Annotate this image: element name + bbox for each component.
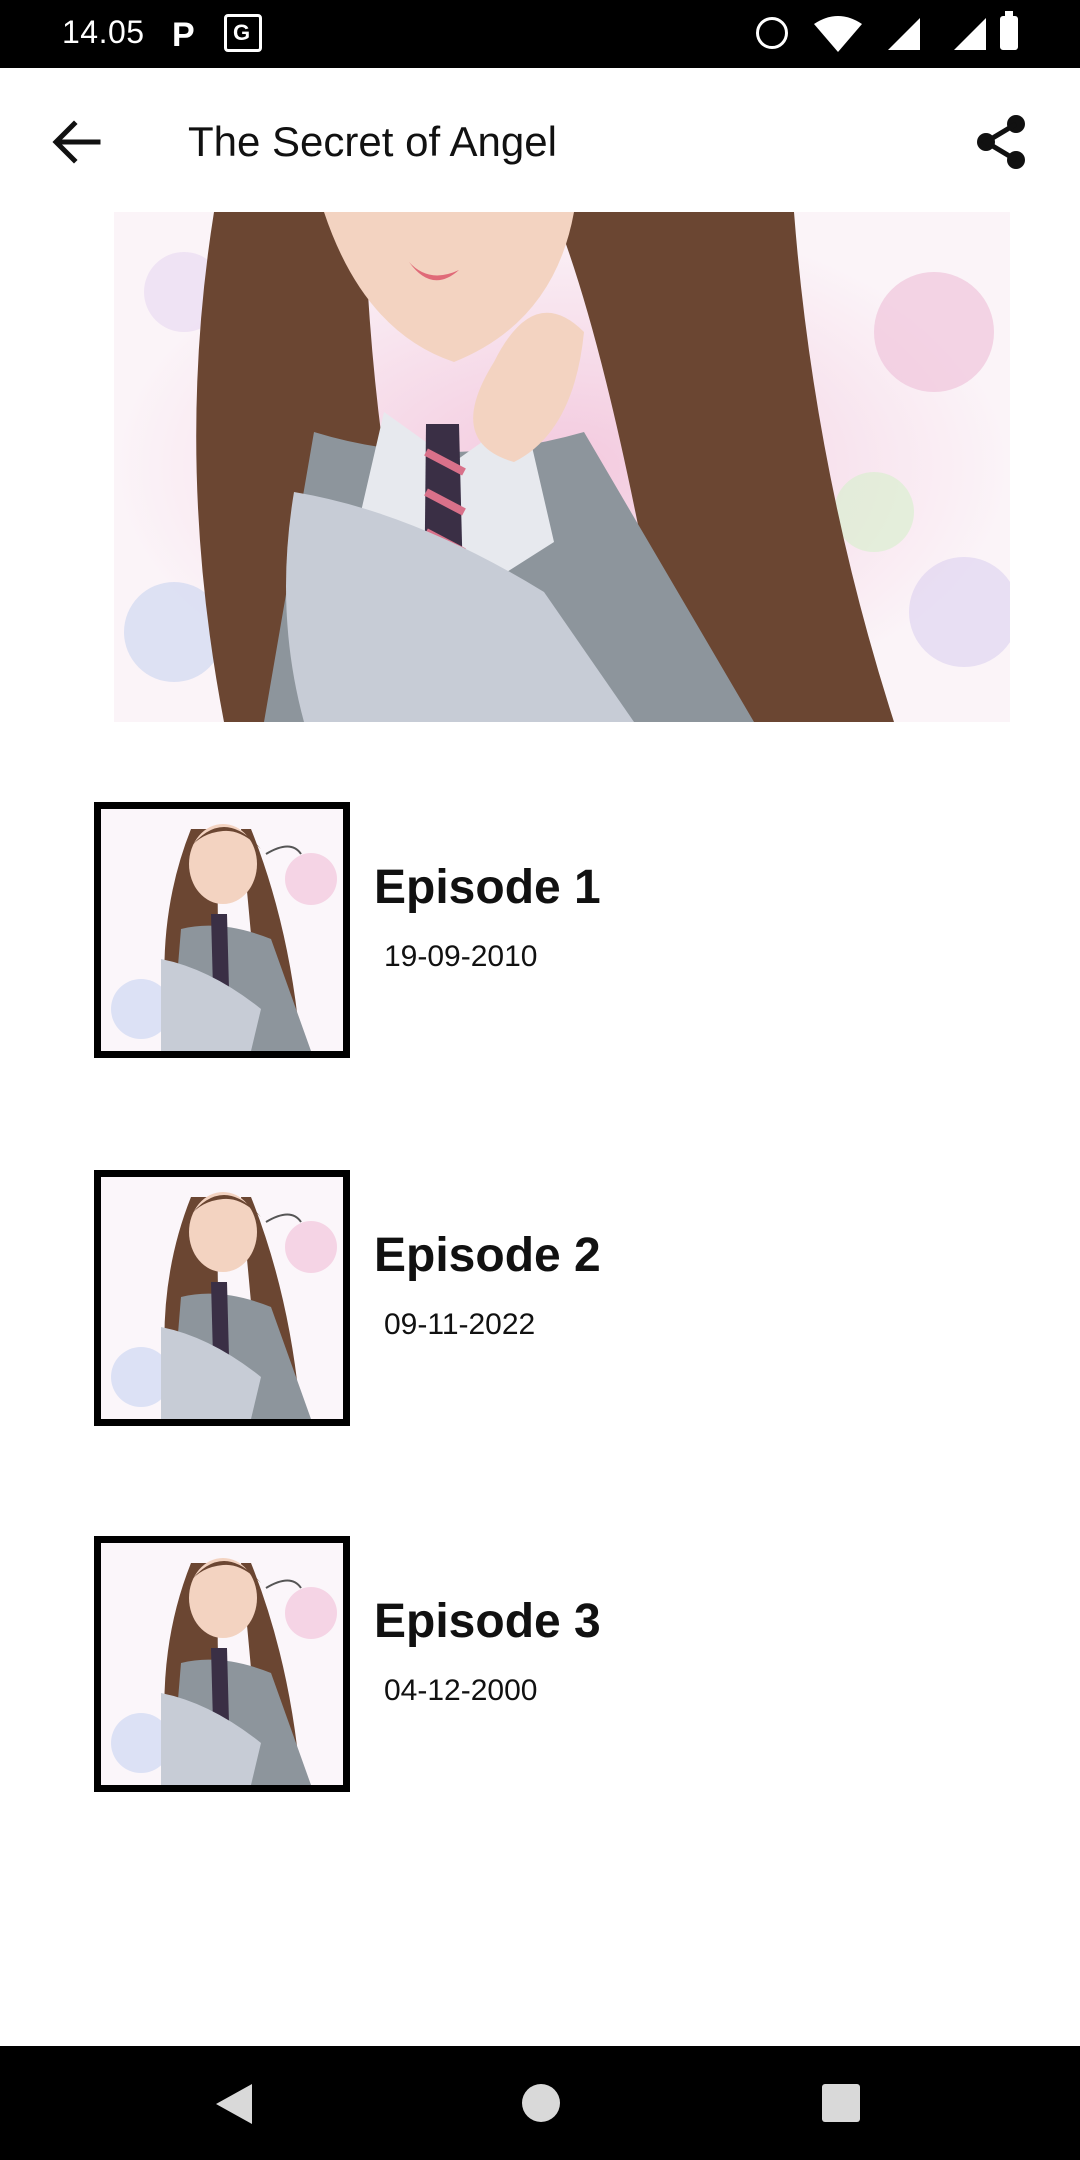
status-bar: 14.05 P G: [0, 0, 1080, 68]
episode-item[interactable]: Episode 1 19-09-2010: [0, 802, 1080, 1062]
episode-item[interactable]: Episode 3 04-12-2000: [0, 1536, 1080, 1796]
episode-date: 19-09-2010: [384, 940, 538, 973]
signal-icon: [888, 18, 920, 50]
translate-icon: G: [224, 14, 262, 52]
page-title: The Secret of Angel: [188, 118, 557, 165]
parking-icon: P: [172, 16, 195, 54]
nav-home-icon[interactable]: [522, 2084, 560, 2122]
episode-title: Episode 1: [374, 861, 601, 914]
share-button[interactable]: [972, 112, 1032, 172]
episode-date: 04-12-2000: [384, 1674, 538, 1707]
arrow-left-icon: [52, 120, 101, 164]
episode-title: Episode 3: [374, 1595, 601, 1648]
episode-title: Episode 2: [374, 1229, 601, 1282]
episode-thumbnail: [94, 1170, 350, 1426]
episode-thumbnail: [94, 802, 350, 1058]
battery-icon: [1000, 11, 1018, 50]
nav-recents-icon[interactable]: [822, 2084, 860, 2122]
system-nav-bar: [0, 2046, 1080, 2160]
episode-date: 09-11-2022: [384, 1308, 536, 1341]
wifi-icon: [814, 16, 862, 52]
share-icon: [977, 115, 1025, 169]
back-button[interactable]: [46, 112, 106, 172]
nav-back-icon[interactable]: [216, 2084, 252, 2124]
episode-thumbnail: [94, 1536, 350, 1792]
alarm-icon: [756, 17, 788, 49]
signal-icon: [954, 18, 986, 50]
app-bar: The Secret of Angel: [0, 68, 1080, 212]
episode-item[interactable]: Episode 2 09-11-2022: [0, 1170, 1080, 1430]
cover-image: [114, 212, 1010, 722]
status-time: 14.05: [62, 14, 145, 50]
